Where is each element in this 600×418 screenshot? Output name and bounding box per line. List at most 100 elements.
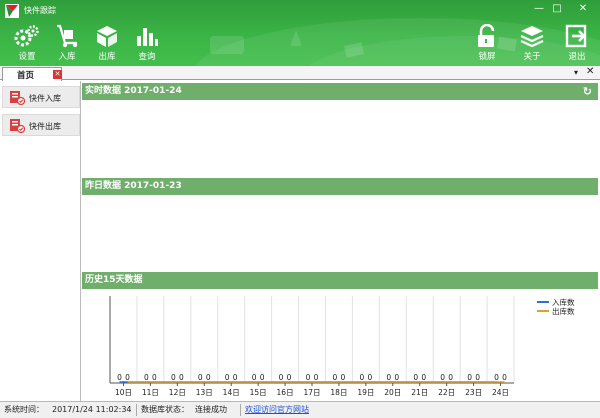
data-label: 0 bbox=[421, 373, 426, 382]
data-label: 0 bbox=[117, 373, 122, 382]
exit-label: 退出 bbox=[568, 52, 586, 62]
db-status-value: 连接成功 bbox=[195, 405, 227, 414]
tab-bar: 首页 ✕ ▾ ✕ bbox=[0, 66, 600, 81]
data-label: 0 bbox=[367, 373, 372, 382]
history-panel-title: 历史15天数据 bbox=[85, 275, 143, 285]
legend-label: 入库数 bbox=[552, 297, 575, 307]
close-window-button[interactable]: ✕ bbox=[576, 3, 590, 15]
header-decoration bbox=[290, 30, 302, 46]
x-tick-label: 17日 bbox=[303, 388, 320, 397]
settings-button[interactable]: 设置 bbox=[10, 22, 44, 62]
official-site-link[interactable]: 欢迎访问官方网站 bbox=[245, 402, 309, 418]
lock-screen-button[interactable]: 锁屏 bbox=[470, 22, 504, 62]
parcel-in-icon bbox=[10, 91, 25, 105]
exit-icon bbox=[565, 24, 587, 48]
about-button[interactable]: 关于 bbox=[515, 22, 549, 62]
header-decoration bbox=[210, 36, 244, 54]
status-divider bbox=[240, 404, 241, 416]
data-label: 0 bbox=[152, 373, 157, 382]
outbound-label: 出库 bbox=[98, 52, 116, 62]
system-time-value: 2017/1/24 11:02:34 bbox=[52, 405, 132, 414]
x-tick-label: 10日 bbox=[115, 388, 132, 397]
sidebar: 快件入库 快件出库 bbox=[0, 81, 81, 401]
exit-button[interactable]: 退出 bbox=[560, 22, 594, 62]
data-label: 0 bbox=[225, 373, 230, 382]
tab-home[interactable]: 首页 ✕ bbox=[2, 67, 62, 81]
unlock-icon bbox=[478, 24, 495, 47]
status-bar: 系统时间： 2017/1/24 11:02:34 数据库状态： 连接成功 欢迎访… bbox=[0, 401, 600, 418]
window-title: 快件跟踪 bbox=[24, 6, 56, 15]
tab-menu-icon[interactable]: ▾ bbox=[574, 68, 578, 77]
app-logo-icon bbox=[5, 4, 19, 18]
lock-screen-label: 锁屏 bbox=[478, 52, 496, 62]
query-button[interactable]: 查询 bbox=[130, 22, 164, 62]
x-tick-label: 23日 bbox=[465, 388, 482, 397]
data-label: 0 bbox=[440, 373, 445, 382]
app-header: 快件跟踪 — □ ✕ 设置 入库 出库 查询 锁屏 关于 退出 bbox=[0, 0, 600, 66]
x-tick-label: 13日 bbox=[196, 388, 213, 397]
data-label: 0 bbox=[413, 373, 418, 382]
data-label: 0 bbox=[144, 373, 149, 382]
x-tick-label: 22日 bbox=[438, 388, 455, 397]
data-label: 0 bbox=[359, 373, 364, 382]
tab-home-label: 首页 bbox=[17, 71, 35, 81]
refresh-icon[interactable]: ↻ bbox=[583, 83, 592, 100]
sidebar-item-parcel-in[interactable]: 快件入库 bbox=[2, 86, 80, 108]
data-label: 0 bbox=[467, 373, 472, 382]
data-label: 0 bbox=[171, 373, 176, 382]
realtime-panel-header: 实时数据 2017-01-24 ↻ bbox=[82, 83, 598, 100]
minimize-button[interactable]: — bbox=[532, 3, 546, 15]
maximize-button[interactable]: □ bbox=[550, 3, 564, 15]
x-tick-label: 14日 bbox=[223, 388, 240, 397]
data-label: 0 bbox=[386, 373, 391, 382]
x-tick-label: 19日 bbox=[357, 388, 374, 397]
history-panel-header: 历史15天数据 bbox=[82, 272, 598, 289]
x-tick-label: 16日 bbox=[277, 388, 294, 397]
query-label: 查询 bbox=[138, 52, 156, 62]
x-tick-label: 15日 bbox=[250, 388, 267, 397]
data-label: 0 bbox=[260, 373, 265, 382]
history-line-chart: 10日 11日 12日 13日 14日 15日 16日 17日 18日 19日 20日 21日 22日 2… bbox=[109, 296, 575, 397]
about-label: 关于 bbox=[523, 52, 541, 62]
bar-chart-icon bbox=[137, 28, 158, 46]
db-status-label: 数据库状态： bbox=[141, 405, 189, 414]
x-tick-label: 12日 bbox=[169, 388, 186, 397]
inbound-label: 入库 bbox=[58, 52, 76, 62]
data-label: 0 bbox=[287, 373, 292, 382]
x-tick-label: 18日 bbox=[330, 388, 347, 397]
data-label: 0 bbox=[394, 373, 399, 382]
hand-truck-icon bbox=[57, 24, 78, 48]
data-label: 0 bbox=[448, 373, 453, 382]
data-label: 0 bbox=[198, 373, 203, 382]
status-divider bbox=[136, 404, 137, 416]
data-label: 0 bbox=[475, 373, 480, 382]
realtime-panel-title: 实时数据 2017-01-24 bbox=[85, 86, 182, 96]
data-label: 0 bbox=[314, 373, 319, 382]
x-tick-label: 24日 bbox=[492, 388, 509, 397]
data-label: 0 bbox=[233, 373, 238, 382]
x-tick-label: 20日 bbox=[384, 388, 401, 397]
yesterday-panel-title: 昨日数据 2017-01-23 bbox=[85, 181, 182, 191]
system-time-label: 系统时间： bbox=[4, 405, 44, 414]
data-label: 0 bbox=[494, 373, 499, 382]
data-label: 0 bbox=[333, 373, 338, 382]
main-content: 实时数据 2017-01-24 ↻ 昨日数据 2017-01-23 历史15天数… bbox=[82, 81, 600, 401]
data-label: 0 bbox=[341, 373, 346, 382]
data-label: 0 bbox=[306, 373, 311, 382]
data-label: 0 bbox=[279, 373, 284, 382]
data-label: 0 bbox=[502, 373, 507, 382]
box-icon bbox=[97, 26, 117, 47]
close-all-tabs-icon[interactable]: ✕ bbox=[586, 66, 594, 77]
x-tick-label: 21日 bbox=[411, 388, 428, 397]
gear-icon bbox=[14, 25, 39, 47]
sidebar-item-parcel-out[interactable]: 快件出库 bbox=[2, 114, 80, 136]
yesterday-panel-header: 昨日数据 2017-01-23 bbox=[82, 178, 598, 195]
data-label: 0 bbox=[125, 373, 130, 382]
data-label: 0 bbox=[206, 373, 211, 382]
inbound-button[interactable]: 入库 bbox=[50, 22, 84, 62]
tab-close-icon[interactable]: ✕ bbox=[53, 70, 62, 79]
outbound-button[interactable]: 出库 bbox=[90, 22, 124, 62]
layers-icon bbox=[520, 26, 544, 48]
settings-label: 设置 bbox=[18, 52, 36, 62]
sidebar-item-label: 快件入库 bbox=[29, 94, 61, 103]
